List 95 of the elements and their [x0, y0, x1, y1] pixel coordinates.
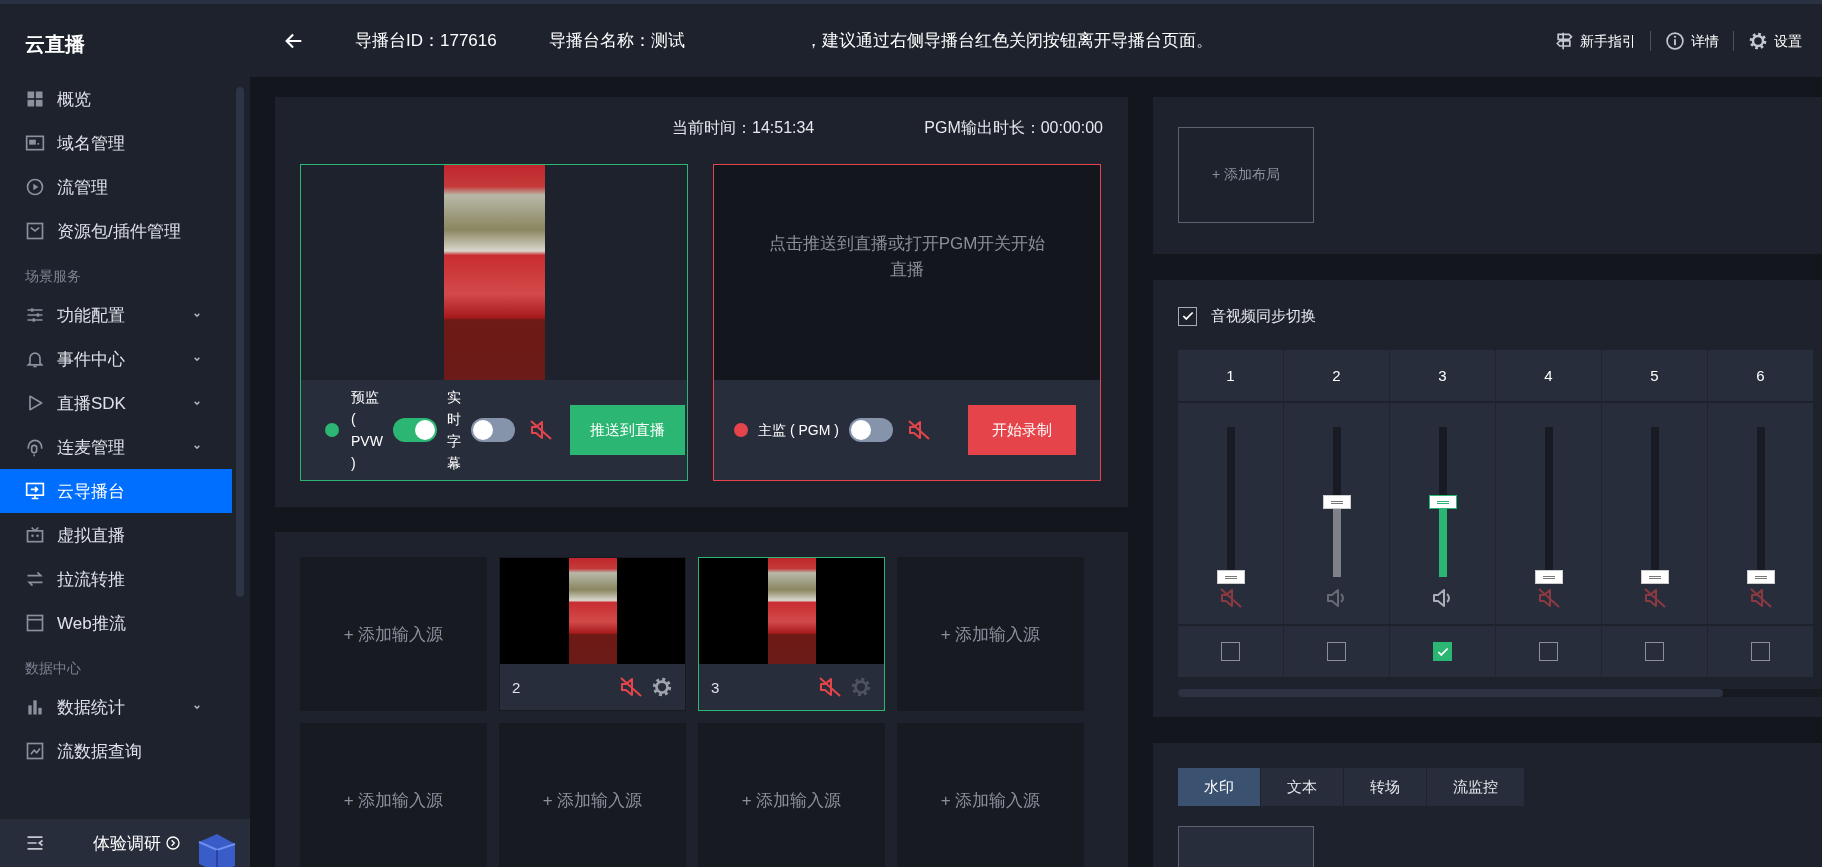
bell-icon [25, 349, 45, 369]
sidebar-item[interactable]: 虚拟直播 [0, 513, 232, 557]
muted-speaker-icon[interactable] [529, 418, 553, 442]
monitor-icon [25, 481, 45, 501]
window-icon [25, 133, 45, 153]
slider-thumb[interactable] [1534, 570, 1563, 584]
channel-number: 5 [1602, 350, 1707, 401]
record-button[interactable]: 开始录制 [968, 405, 1076, 455]
add-source-button[interactable]: + 添加输入源 [897, 557, 1084, 711]
tab[interactable]: 流监控 [1427, 768, 1524, 806]
sidebar-item[interactable]: 数据统计 [0, 685, 232, 729]
sidebar-item[interactable]: 拉流转推 [0, 557, 232, 601]
checkbox[interactable] [1645, 642, 1664, 661]
tab[interactable]: 转场 [1344, 768, 1426, 806]
sidebar-item[interactable]: 流数据查询 [0, 729, 232, 773]
console-name: 导播台名称：测试 [548, 30, 685, 52]
status-dot [734, 423, 748, 437]
sliders-icon [25, 305, 45, 325]
info-icon [1665, 30, 1685, 51]
checkbox[interactable] [1178, 306, 1197, 326]
app-title: 云直播 [24, 32, 85, 57]
slider-thumb[interactable] [1428, 495, 1457, 509]
muted-speaker-icon[interactable] [818, 675, 842, 699]
sidebar-item[interactable]: 概览 [0, 77, 232, 121]
settings-icon [1748, 30, 1768, 51]
checkbox[interactable] [1221, 642, 1240, 661]
section-heading: 场景服务 [24, 267, 82, 286]
grid-icon [25, 89, 45, 109]
channel-number: 6 [1708, 350, 1813, 401]
checkbox[interactable] [1433, 642, 1452, 661]
subtitle-label: 实时字幕 [447, 388, 461, 473]
sidebar-item[interactable]: 事件中心 [0, 337, 232, 381]
sidebar-item[interactable]: 域名管理 [0, 121, 232, 165]
add-source-button[interactable]: + 添加输入源 [698, 723, 885, 867]
arrow-circle-icon [165, 835, 181, 851]
console-id: 导播台ID：177616 [355, 30, 497, 52]
sidebar-item[interactable]: 云导播台 [0, 469, 232, 513]
checkbox[interactable] [1751, 642, 1770, 661]
muted-speaker-icon[interactable] [619, 675, 643, 699]
checkmark-icon [1180, 309, 1195, 323]
muted-speaker-icon[interactable] [906, 418, 931, 442]
toggle-switch[interactable] [393, 418, 437, 442]
settings-icon[interactable] [651, 676, 673, 698]
status-dot [325, 423, 339, 437]
signpost-icon [1554, 30, 1574, 51]
add-source-button[interactable]: + 添加输入源 [499, 723, 686, 867]
channel-number: 1 [1178, 350, 1283, 401]
checkbox-label: 音视频同步切换 [1211, 306, 1316, 326]
survey-link[interactable]: 体验调研 [93, 831, 181, 855]
source-tile[interactable]: 2 [499, 557, 686, 711]
current-time: 当前时间：14:51:34 [672, 118, 815, 138]
channel-number: 4 [1496, 350, 1601, 401]
header-link[interactable]: 新手指引 [1540, 30, 1650, 51]
toggle-switch[interactable] [848, 418, 893, 442]
tv-icon [25, 525, 45, 545]
box-icon [25, 221, 45, 241]
swap-icon [25, 569, 45, 589]
checkbox[interactable] [1539, 642, 1558, 661]
section-heading: 数据中心 [24, 659, 82, 678]
play-circle-icon [25, 177, 45, 197]
placeholder-text: 点击推送到直播或打开PGM开关开始直播 [767, 232, 1047, 281]
add-source-button[interactable]: + 添加输入源 [897, 723, 1084, 867]
add-source-button[interactable]: + 添加输入源 [300, 723, 487, 867]
source-tile[interactable]: 3 [698, 557, 885, 711]
slider-thumb[interactable] [1322, 495, 1351, 509]
program-label: 主监 ( PGM ) [758, 421, 839, 440]
source-number: 3 [711, 678, 720, 696]
sidebar-item[interactable]: Web推流 [0, 601, 232, 645]
tab[interactable]: 文本 [1261, 768, 1343, 806]
window-icon [25, 613, 45, 633]
tab[interactable]: 水印 [1178, 768, 1260, 806]
sidebar-item[interactable]: 功能配置 [0, 293, 232, 337]
add-source-button[interactable]: + 添加输入源 [300, 557, 487, 711]
channel-number: 2 [1284, 350, 1389, 401]
sidebar-item[interactable]: 流管理 [0, 165, 232, 209]
sidebar-item[interactable]: 直播SDK [0, 381, 232, 425]
preview-label: 预监 ( PVW ) [351, 388, 383, 473]
slider-thumb[interactable] [1640, 570, 1669, 584]
sidebar-item[interactable]: 连麦管理 [0, 425, 232, 469]
collapse-menu-icon[interactable] [25, 833, 45, 853]
output-duration: PGM输出时长：00:00:00 [924, 118, 1103, 138]
header-link[interactable]: 详情 [1650, 30, 1733, 51]
sidebar-item[interactable]: 资源包/插件管理 [0, 209, 232, 253]
slider-thumb[interactable] [1746, 570, 1775, 584]
add-layout-button[interactable]: + 添加布局 [1178, 127, 1314, 223]
toggle-switch[interactable] [471, 418, 515, 442]
channel-number: 3 [1390, 350, 1495, 401]
checkbox[interactable] [1327, 642, 1346, 661]
header-link[interactable]: 设置 [1733, 30, 1802, 51]
bar-chart-icon [25, 697, 45, 717]
source-number: 2 [512, 678, 521, 696]
notice-text: ，建议通过右侧导播台红色关闭按钮离开导播台页面。 [804, 30, 1213, 52]
headset-icon [25, 437, 45, 457]
chart-icon [25, 741, 45, 761]
slider-thumb[interactable] [1216, 570, 1245, 584]
